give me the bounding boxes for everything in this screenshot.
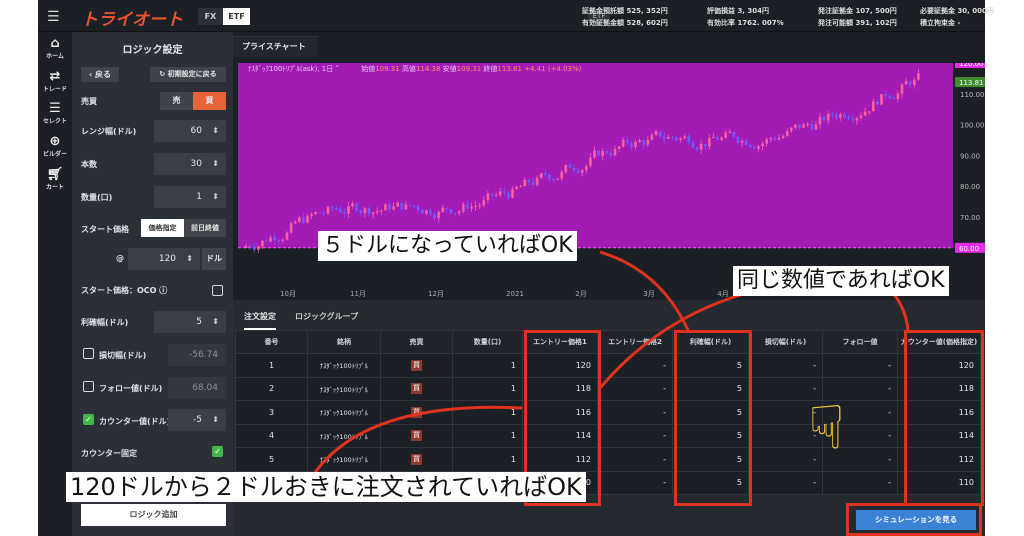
annotation-note: ５ドルになっていればOK <box>318 231 577 261</box>
highlight-simulate-button <box>846 503 982 536</box>
arrow-line <box>308 405 523 481</box>
annotation-note: 120ドルから２ドルおきに注文されていればOK <box>66 472 586 502</box>
annotation-note: 同じ数値であればOK <box>733 266 949 296</box>
arrow-line <box>599 250 690 331</box>
highlight-tp-column <box>674 330 752 506</box>
highlight-counter-column <box>904 330 984 506</box>
pointing-hand-icon: ☝ <box>808 390 845 460</box>
